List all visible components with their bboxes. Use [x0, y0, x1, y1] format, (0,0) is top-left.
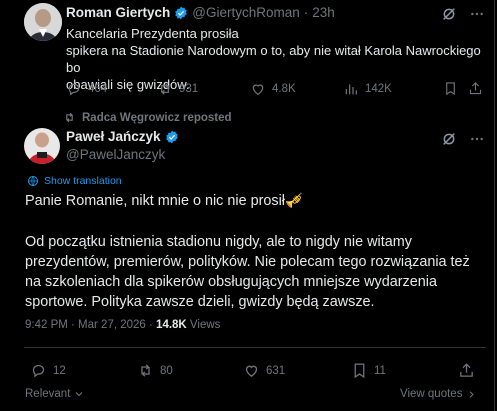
bookmark-icon[interactable]	[443, 81, 458, 96]
share-icon[interactable]	[458, 362, 475, 379]
views-count: 14.8K	[156, 319, 187, 331]
reply-button[interactable]: 12	[30, 362, 66, 379]
avatar-image	[24, 3, 62, 41]
top-tweet-line: Kancelaria Prezydenta prosiła	[66, 26, 239, 41]
show-translation-label: Show translation	[44, 175, 122, 187]
author-handle[interactable]: @PawelJanczyk	[66, 147, 165, 162]
repost-icon	[137, 362, 154, 379]
more-icon[interactable]	[469, 6, 485, 22]
like-button[interactable]: 4.8K	[250, 81, 296, 97]
author-name[interactable]: Paweł Jańczyk	[66, 129, 161, 144]
chevron-down-icon	[73, 388, 85, 400]
views-label: Views	[186, 319, 221, 331]
main-tweet-handle-row: @PawelJanczyk	[66, 147, 165, 162]
reply-icon	[30, 362, 47, 379]
repost-icon	[157, 81, 173, 97]
main-tweet-text-para1: Panie Romanie, nikt mnie o nic nie prosi…	[25, 193, 303, 209]
tweet-meta: 9:42 PM · Mar 27, 2026 · 14.8K Views	[25, 319, 220, 331]
view-quotes-label: View quotes	[400, 388, 463, 400]
view-quotes-link[interactable]: View quotes	[400, 388, 477, 400]
bookmark-button[interactable]: 11	[351, 362, 386, 379]
repost-count: 80	[160, 364, 173, 377]
bookmark-count: 11	[374, 364, 386, 377]
avatar-pawel-janczyk[interactable]	[24, 128, 60, 164]
repost-button[interactable]: 931	[157, 81, 198, 97]
top-tweet-header: Roman Giertych @GiertychRoman · 23h	[66, 5, 335, 20]
main-tweet-text-para2: Od początku istnienia stadionu nigdy, al…	[25, 234, 470, 310]
tweet-thread: Roman Giertych @GiertychRoman · 23h Kanc…	[0, 0, 495, 411]
reply-count: 464	[88, 83, 108, 95]
like-button[interactable]: 631	[243, 362, 285, 379]
repost-indicator: Radca Węgrowicz reposted	[63, 111, 232, 124]
reply-sort-label: Relevant	[25, 388, 71, 400]
repost-indicator-text[interactable]: Radca Węgrowicz reposted	[82, 112, 232, 124]
like-icon	[250, 81, 266, 97]
views-icon	[343, 81, 359, 97]
like-count: 631	[266, 364, 286, 377]
repost-icon	[63, 111, 76, 124]
views-button[interactable]: 142K	[343, 81, 392, 97]
views-count: 142K	[365, 83, 392, 95]
verified-badge-icon	[174, 6, 188, 20]
author-handle[interactable]: @GiertychRoman	[192, 5, 300, 20]
reply-count: 12	[53, 364, 66, 377]
tweet-timestamp[interactable]: 9:42 PM · Mar 27, 2026 ·	[25, 319, 156, 331]
bookmark-icon	[351, 362, 368, 379]
main-tweet-header: Paweł Jańczyk	[66, 129, 179, 144]
like-count: 4.8K	[272, 83, 296, 95]
separator-dot: ·	[303, 5, 309, 20]
avatar-roman-giertych[interactable]	[24, 3, 62, 41]
like-icon	[243, 362, 260, 379]
grok-icon[interactable]	[441, 131, 457, 147]
divider	[24, 347, 486, 348]
reply-button[interactable]: 464	[66, 81, 107, 97]
chevron-right-icon	[466, 389, 477, 400]
verified-badge-icon	[165, 130, 179, 144]
more-icon[interactable]	[469, 131, 485, 147]
author-name[interactable]: Roman Giertych	[66, 5, 170, 20]
translate-icon	[27, 175, 39, 187]
top-tweet-line: spikera na Stadionie Narodowym o to, aby…	[66, 43, 481, 75]
avatar-image	[24, 128, 60, 164]
grok-icon[interactable]	[441, 6, 457, 22]
repost-count: 931	[179, 83, 199, 95]
share-icon[interactable]	[468, 81, 483, 96]
reply-icon	[66, 81, 82, 97]
show-translation-link[interactable]: Show translation	[27, 175, 122, 187]
reply-sort-dropdown[interactable]: Relevant	[25, 388, 85, 400]
tweet-time[interactable]: 23h	[312, 5, 335, 20]
repost-button[interactable]: 80	[137, 362, 173, 379]
